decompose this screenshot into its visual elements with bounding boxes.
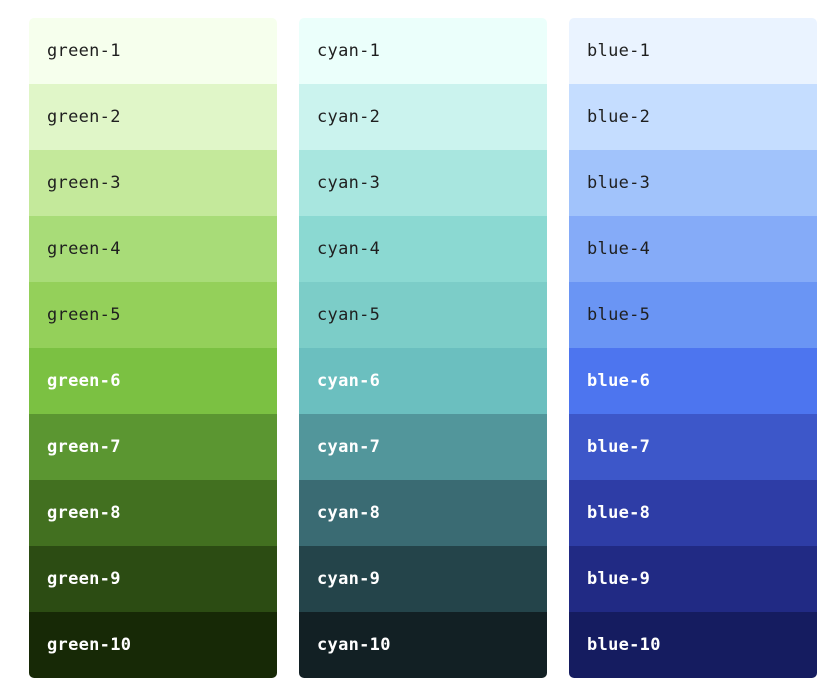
swatch-label: cyan-9 bbox=[317, 569, 381, 589]
swatch-label: cyan-6 bbox=[317, 371, 381, 391]
swatch-cyan-7[interactable]: cyan-7 bbox=[299, 414, 547, 480]
swatch-blue-2[interactable]: blue-2 bbox=[569, 84, 817, 150]
swatch-cyan-9[interactable]: cyan-9 bbox=[299, 546, 547, 612]
swatch-blue-7[interactable]: blue-7 bbox=[569, 414, 817, 480]
swatch-label: green-5 bbox=[47, 305, 121, 325]
swatch-green-4[interactable]: green-4 bbox=[29, 216, 277, 282]
swatch-label: cyan-3 bbox=[317, 173, 381, 193]
swatch-label: green-9 bbox=[47, 569, 121, 589]
swatch-cyan-10[interactable]: cyan-10 bbox=[299, 612, 547, 678]
swatch-blue-4[interactable]: blue-4 bbox=[569, 216, 817, 282]
swatch-blue-1[interactable]: blue-1 bbox=[569, 18, 817, 84]
swatch-green-10[interactable]: green-10 bbox=[29, 612, 277, 678]
swatch-green-1[interactable]: green-1 bbox=[29, 18, 277, 84]
palette-green: green-1 green-2 green-3 green-4 green-5 … bbox=[29, 18, 277, 678]
swatch-label: blue-3 bbox=[587, 173, 651, 193]
swatch-label: cyan-7 bbox=[317, 437, 381, 457]
swatch-label: blue-10 bbox=[587, 635, 661, 655]
palette-grid: green-1 green-2 green-3 green-4 green-5 … bbox=[29, 18, 817, 678]
swatch-label: cyan-2 bbox=[317, 107, 381, 127]
swatch-label: cyan-4 bbox=[317, 239, 381, 259]
swatch-label: blue-7 bbox=[587, 437, 651, 457]
swatch-label: green-7 bbox=[47, 437, 121, 457]
swatch-blue-8[interactable]: blue-8 bbox=[569, 480, 817, 546]
swatch-green-7[interactable]: green-7 bbox=[29, 414, 277, 480]
swatch-label: cyan-8 bbox=[317, 503, 381, 523]
palette-blue: blue-1 blue-2 blue-3 blue-4 blue-5 blue-… bbox=[569, 18, 817, 678]
swatch-cyan-8[interactable]: cyan-8 bbox=[299, 480, 547, 546]
swatch-cyan-6[interactable]: cyan-6 bbox=[299, 348, 547, 414]
swatch-label: cyan-5 bbox=[317, 305, 381, 325]
swatch-label: blue-8 bbox=[587, 503, 651, 523]
swatch-label: blue-1 bbox=[587, 41, 651, 61]
swatch-blue-6[interactable]: blue-6 bbox=[569, 348, 817, 414]
swatch-blue-9[interactable]: blue-9 bbox=[569, 546, 817, 612]
swatch-label: green-10 bbox=[47, 635, 132, 655]
swatch-label: cyan-1 bbox=[317, 41, 381, 61]
swatch-label: blue-5 bbox=[587, 305, 651, 325]
swatch-cyan-3[interactable]: cyan-3 bbox=[299, 150, 547, 216]
swatch-green-3[interactable]: green-3 bbox=[29, 150, 277, 216]
swatch-label: blue-9 bbox=[587, 569, 651, 589]
swatch-label: green-8 bbox=[47, 503, 121, 523]
swatch-green-9[interactable]: green-9 bbox=[29, 546, 277, 612]
swatch-label: blue-6 bbox=[587, 371, 651, 391]
swatch-cyan-1[interactable]: cyan-1 bbox=[299, 18, 547, 84]
swatch-blue-10[interactable]: blue-10 bbox=[569, 612, 817, 678]
swatch-label: blue-4 bbox=[587, 239, 651, 259]
swatch-cyan-5[interactable]: cyan-5 bbox=[299, 282, 547, 348]
swatch-label: green-4 bbox=[47, 239, 121, 259]
swatch-label: cyan-10 bbox=[317, 635, 391, 655]
swatch-blue-5[interactable]: blue-5 bbox=[569, 282, 817, 348]
swatch-blue-3[interactable]: blue-3 bbox=[569, 150, 817, 216]
swatch-label: green-2 bbox=[47, 107, 121, 127]
swatch-green-8[interactable]: green-8 bbox=[29, 480, 277, 546]
swatch-green-5[interactable]: green-5 bbox=[29, 282, 277, 348]
swatch-cyan-2[interactable]: cyan-2 bbox=[299, 84, 547, 150]
palette-cyan: cyan-1 cyan-2 cyan-3 cyan-4 cyan-5 cyan-… bbox=[299, 18, 547, 678]
swatch-green-2[interactable]: green-2 bbox=[29, 84, 277, 150]
swatch-label: green-3 bbox=[47, 173, 121, 193]
swatch-label: green-6 bbox=[47, 371, 121, 391]
swatch-label: blue-2 bbox=[587, 107, 651, 127]
swatch-label: green-1 bbox=[47, 41, 121, 61]
swatch-green-6[interactable]: green-6 bbox=[29, 348, 277, 414]
swatch-cyan-4[interactable]: cyan-4 bbox=[299, 216, 547, 282]
